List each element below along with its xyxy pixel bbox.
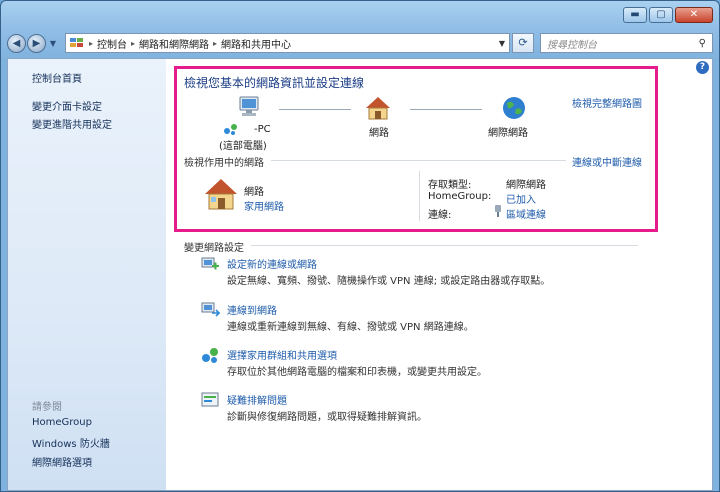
section-divider [271, 160, 566, 161]
computer-node[interactable] [218, 95, 278, 124]
task-connect-network-link[interactable]: 連線到網路 [227, 302, 277, 317]
minimize-button[interactable]: ▬ [623, 7, 647, 23]
breadcrumb-item[interactable]: 網路和網際網路 [137, 36, 211, 51]
navigation-bar: ◀ ▶ ▼ ▸ 控制台 ▸ 網路和網際網路 ▸ 網路和共用中心 ▼ ⟳ 搜尋控制… [7, 32, 713, 54]
maximize-button[interactable]: ▢ [649, 7, 673, 23]
homegroup-value-link[interactable]: 已加入 [506, 191, 536, 206]
house-icon [366, 97, 390, 120]
caption-buttons: ▬ ▢ ✕ [623, 7, 713, 23]
connection-line [279, 109, 351, 110]
task-homegroup-sharing-desc: 存取位於其他網路電腦的檔案和印表機，或變更共用設定。 [227, 367, 487, 378]
task-setup-connection-link[interactable]: 設定新的連線或網路 [227, 256, 317, 271]
internet-node[interactable] [499, 95, 529, 124]
active-networks-heading: 檢視作用中的網路 [184, 158, 264, 169]
computer-name: -PC [254, 124, 271, 135]
task-connect-network-desc: 連線或重新連線到無線、有線、撥號或 VPN 網路連線。 [227, 322, 474, 333]
view-full-map-link[interactable]: 檢視完整網路圖 [572, 95, 642, 110]
ethernet-icon [495, 205, 501, 217]
sidebar-home-link[interactable]: 控制台首頁 [32, 70, 82, 85]
connection-line [410, 109, 482, 110]
back-button[interactable]: ◀ [7, 33, 26, 53]
section-divider [251, 245, 638, 246]
page-title: 檢視您基本的網路資訊並設定連線 [184, 76, 365, 90]
control-panel-icon [70, 38, 83, 47]
refresh-button[interactable]: ⟳ [512, 33, 534, 53]
refresh-icon: ⟳ [518, 36, 528, 49]
connections-label: 連線: [428, 210, 452, 221]
content-area: 控制台首頁 變更介面卡設定 變更進階共用設定 請參閱 HomeGroup Win… [7, 58, 713, 491]
breadcrumb-item[interactable]: 網路和共用中心 [219, 36, 293, 51]
homegroup-sharing-icon [202, 348, 218, 363]
task-setup-connection-desc: 設定無線、寬頻、撥號、隨機操作或 VPN 連線; 或設定路由器或存取點。 [227, 276, 551, 287]
address-dropdown-icon[interactable]: ▼ [499, 39, 505, 48]
troubleshoot-icon [201, 392, 219, 407]
globe-icon [503, 97, 525, 119]
address-bar[interactable]: ▸ 控制台 ▸ 網路和網際網路 ▸ 網路和共用中心 ▼ [65, 33, 510, 53]
breadcrumb-chevron-icon[interactable]: ▸ [211, 39, 219, 48]
search-placeholder: 搜尋控制台 [547, 39, 597, 51]
network-node-label: 網路 [369, 128, 389, 139]
network-node[interactable] [363, 95, 393, 124]
computer-icon [239, 96, 259, 116]
change-settings-heading: 變更網路設定 [184, 243, 244, 254]
new-connection-icon [201, 257, 219, 270]
main-panel: 檢視您基本的網路資訊並設定連線 檢視完整網路圖 -PC (這部電腦) 網路 網際… [166, 59, 712, 490]
forward-button[interactable]: ▶ [27, 33, 46, 53]
close-button[interactable]: ✕ [675, 7, 713, 23]
access-type-value: 網際網路 [506, 180, 546, 191]
internet-node-label: 網際網路 [488, 128, 528, 139]
homegroup-label: HomeGroup: [428, 191, 492, 202]
vertical-divider [419, 171, 420, 221]
breadcrumb-item[interactable]: 控制台 [95, 36, 129, 51]
connect-network-icon [201, 302, 220, 317]
access-type-label: 存取類型: [428, 180, 472, 191]
sidebar-link-internet-options[interactable]: 網際網路選項 [32, 454, 92, 469]
recent-pages-chevron-icon[interactable]: ▼ [47, 39, 59, 48]
search-input[interactable]: 搜尋控制台 ⚲ [540, 33, 713, 53]
network-status-icon [224, 124, 237, 135]
task-homegroup-sharing-link[interactable]: 選擇家用群組和共用選項 [227, 347, 337, 362]
window: ▬ ▢ ✕ ◀ ▶ ▼ ▸ 控制台 ▸ 網路和網際網路 ▸ 網路和共用中心 ▼ … [0, 0, 720, 492]
sidebar-link-homegroup[interactable]: HomeGroup [32, 417, 92, 428]
search-icon[interactable]: ⚲ [699, 38, 706, 49]
sidebar-link-advanced-sharing[interactable]: 變更進階共用設定 [32, 116, 112, 131]
computer-caption: (這部電腦) [219, 141, 267, 152]
local-connection-link[interactable]: 區域連線 [506, 206, 546, 221]
network-type-link[interactable]: 家用網路 [244, 198, 284, 213]
network-name: 網路 [244, 187, 264, 198]
connect-disconnect-link[interactable]: 連線或中斷連線 [572, 154, 642, 169]
breadcrumb-chevron-icon[interactable]: ▸ [129, 39, 137, 48]
home-network-icon [205, 179, 237, 210]
sidebar-link-adapter-settings[interactable]: 變更介面卡設定 [32, 98, 102, 113]
sidebar: 控制台首頁 變更介面卡設定 變更進階共用設定 請參閱 HomeGroup Win… [8, 59, 166, 490]
task-troubleshoot-link[interactable]: 疑難排解問題 [227, 392, 287, 407]
sidebar-link-firewall[interactable]: Windows 防火牆 [32, 435, 110, 450]
see-also-heading: 請參閱 [32, 402, 62, 413]
task-troubleshoot-desc: 診斷與修復網路問題，或取得疑難排解資訊。 [227, 412, 427, 423]
breadcrumb-chevron-icon[interactable]: ▸ [87, 39, 95, 48]
